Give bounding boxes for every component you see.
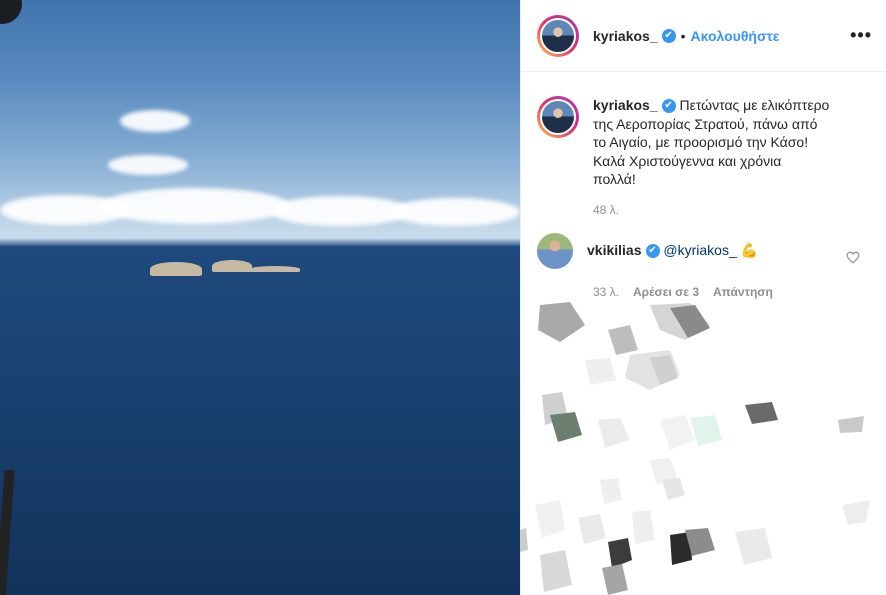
commenter-username[interactable]: vkikilias [587, 242, 642, 258]
verified-badge-icon: ✔ [661, 99, 676, 114]
cloud [270, 196, 410, 226]
obscured-comments-area [520, 300, 886, 595]
caption-author-avatar[interactable] [537, 96, 579, 138]
comment-timestamp[interactable]: 33 λ. [593, 285, 619, 299]
author-username[interactable]: kyriakos_ [593, 28, 658, 44]
caption-line: Πετώντας με ελικόπτερο [679, 97, 830, 113]
post-header: kyriakos_ ✔ • Ακολουθήστε ••• [521, 0, 886, 72]
instagram-post-view: kyriakos_ ✔ • Ακολουθήστε ••• kyriakos_ ✔… [0, 0, 886, 595]
cloud [120, 110, 190, 132]
commenter-avatar[interactable] [537, 232, 573, 269]
avatar-image [540, 99, 576, 135]
author-avatar[interactable] [537, 14, 579, 57]
avatar-image [540, 17, 576, 54]
caption-line: της Αεροπορίας Στρατού, πάνω από [593, 115, 818, 132]
cloud [100, 188, 290, 224]
comment-likes[interactable]: Αρέσει σε 3 [633, 285, 699, 299]
caption-line: Καλά Χριστούγεννα και χρόνια [593, 152, 782, 169]
caption-timestamp[interactable]: 48 λ. [593, 203, 886, 217]
pixelation-mask [520, 302, 870, 595]
comment-meta: 33 λ. Αρέσει σε 3 Απάντηση [593, 285, 886, 299]
caption-line: το Αιγαίο, με προορισμό την Κάσο! [593, 134, 809, 150]
more-options-icon[interactable]: ••• [850, 25, 872, 46]
comment-item: vkikilias ✔ @kyriakos_ 💪 [521, 217, 886, 269]
verified-badge-icon: ✔ [661, 28, 676, 43]
post-caption: kyriakos_ ✔ Πετώντας με ελικόπτερο της Αε… [521, 72, 886, 189]
comment-mention[interactable]: @kyriakos_ [663, 242, 736, 258]
comment-reply-button[interactable]: Απάντηση [713, 285, 773, 299]
island [250, 266, 300, 272]
follow-button[interactable]: Ακολουθήστε [691, 28, 780, 44]
island [150, 262, 202, 276]
like-heart-icon[interactable] [846, 251, 860, 264]
verified-badge-icon: ✔ [645, 243, 660, 258]
helicopter-frame [0, 0, 22, 24]
caption-text: kyriakos_ ✔ Πετώντας με ελικόπτερο της Αε… [593, 96, 853, 189]
post-photo[interactable] [0, 0, 520, 595]
helicopter-frame [0, 470, 15, 595]
comment-text: vkikilias ✔ @kyriakos_ 💪 [587, 233, 758, 269]
caption-line: πολλά! [593, 171, 636, 187]
separator-dot: • [680, 27, 686, 44]
island [212, 260, 252, 272]
cloud [390, 198, 520, 226]
caption-username[interactable]: kyriakos_ [593, 97, 658, 113]
cloud [108, 155, 188, 175]
flexed-biceps-icon: 💪 [740, 241, 759, 258]
